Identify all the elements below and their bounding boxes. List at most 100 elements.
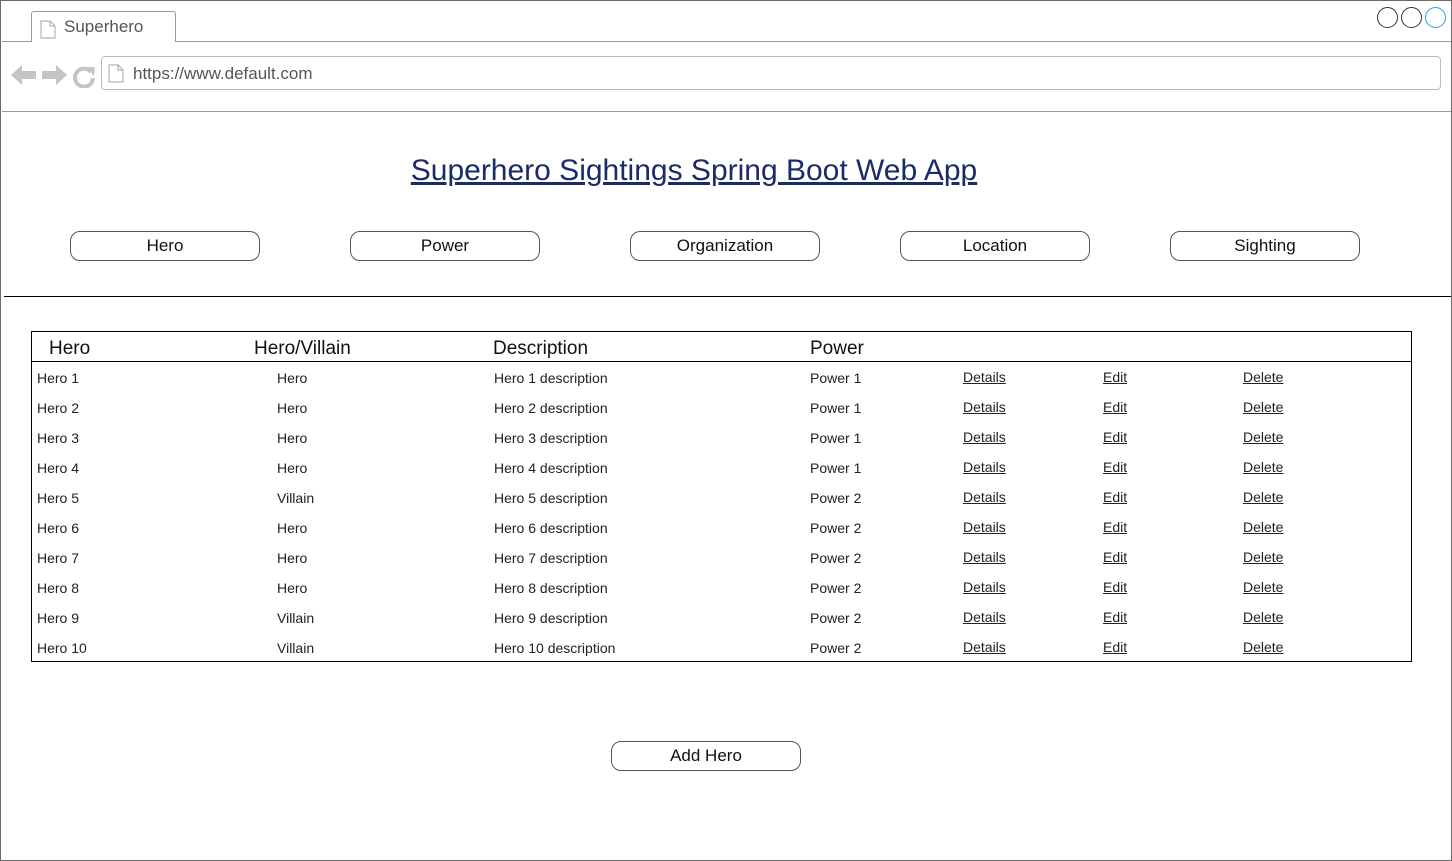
reload-icon[interactable] (72, 64, 96, 93)
hero-description-cell: Hero 10 description (494, 640, 616, 656)
hero-description-cell: Hero 8 description (494, 580, 608, 596)
table-row: Hero 2 Hero Hero 2 description Power 1 Detai… (32, 393, 1411, 423)
hero-name-cell: Hero 10 (37, 640, 87, 656)
edit-link[interactable]: Edit (1103, 519, 1127, 535)
delete-link[interactable]: Delete (1243, 519, 1283, 535)
hero-description-cell: Hero 3 description (494, 430, 608, 446)
nav-button-sighting[interactable]: Sighting (1170, 231, 1360, 261)
hero-name-cell: Hero 9 (37, 610, 80, 626)
nav-button-organization[interactable]: Organization (630, 231, 820, 261)
add-hero-button[interactable]: Add Hero (611, 741, 801, 771)
address-toolbar: https://www.default.com (2, 42, 1451, 112)
page-title[interactable]: Superhero Sightings Spring Boot Web App (1, 154, 1387, 188)
header-hero-villain: Hero/Villain (254, 338, 351, 359)
hero-description-cell: Hero 6 description (494, 520, 608, 536)
delete-link[interactable]: Delete (1243, 579, 1283, 595)
browser-window: Superhero https://www.default.com Superh… (0, 0, 1452, 861)
edit-link[interactable]: Edit (1103, 489, 1127, 505)
hero-name-cell: Hero 2 (37, 400, 80, 416)
delete-link[interactable]: Delete (1243, 459, 1283, 475)
details-link[interactable]: Details (963, 609, 1006, 625)
hero-power-cell: Power 2 (810, 580, 862, 596)
edit-link[interactable]: Edit (1103, 609, 1127, 625)
details-link[interactable]: Details (963, 639, 1006, 655)
edit-link[interactable]: Edit (1103, 459, 1127, 475)
delete-link[interactable]: Delete (1243, 489, 1283, 505)
hero-power-cell: Power 1 (810, 400, 862, 416)
hero-description-cell: Hero 5 description (494, 490, 608, 506)
tab-title: Superhero (64, 17, 144, 36)
edit-link[interactable]: Edit (1103, 639, 1127, 655)
header-power: Power (810, 338, 864, 359)
back-arrow-icon[interactable] (11, 64, 37, 91)
hero-description-cell: Hero 1 description (494, 370, 608, 386)
nav-button-power[interactable]: Power (350, 231, 540, 261)
table-row: Hero 3 Hero Hero 3 description Power 1 Detai… (32, 423, 1411, 453)
table-header: Hero Hero/Villain Description Power (32, 332, 1411, 362)
delete-link[interactable]: Delete (1243, 399, 1283, 415)
hero-power-cell: Power 2 (810, 490, 862, 506)
hero-name-cell: Hero 1 (37, 370, 80, 386)
delete-link[interactable]: Delete (1243, 429, 1283, 445)
hero-type-cell: Hero (277, 580, 308, 596)
delete-link[interactable]: Delete (1243, 369, 1283, 385)
nav-button-location[interactable]: Location (900, 231, 1090, 261)
hero-power-cell: Power 2 (810, 550, 862, 566)
browser-tab[interactable]: Superhero (31, 11, 176, 42)
hero-type-cell: Hero (277, 520, 308, 536)
url-text: https://www.default.com (133, 64, 313, 83)
hero-power-cell: Power 2 (810, 520, 862, 536)
hero-power-cell: Power 1 (810, 430, 862, 446)
header-hero: Hero (49, 338, 91, 359)
hero-type-cell: Villain (277, 490, 315, 506)
delete-link[interactable]: Delete (1243, 639, 1283, 655)
hero-type-cell: Hero (277, 550, 308, 566)
divider (4, 296, 1451, 297)
edit-link[interactable]: Edit (1103, 399, 1127, 415)
edit-link[interactable]: Edit (1103, 549, 1127, 565)
hero-type-cell: Hero (277, 460, 308, 476)
close-icon[interactable] (1425, 7, 1446, 28)
table-row: Hero 9 Villain Hero 9 description Power 2 De… (32, 603, 1411, 633)
delete-link[interactable]: Delete (1243, 549, 1283, 565)
hero-power-cell: Power 1 (810, 460, 862, 476)
edit-link[interactable]: Edit (1103, 579, 1127, 595)
hero-name-cell: Hero 5 (37, 490, 80, 506)
hero-type-cell: Villain (277, 640, 315, 656)
table-row: Hero 1 Hero Hero 1 description Power 1 Detai… (32, 363, 1411, 393)
table-row: Hero 10 Villain Hero 10 description Power 2… (32, 633, 1411, 663)
table-row: Hero 5 Villain Hero 5 description Power 2 De… (32, 483, 1411, 513)
address-bar[interactable]: https://www.default.com (101, 56, 1441, 90)
edit-link[interactable]: Edit (1103, 429, 1127, 445)
edit-link[interactable]: Edit (1103, 369, 1127, 385)
details-link[interactable]: Details (963, 489, 1006, 505)
details-link[interactable]: Details (963, 549, 1006, 565)
details-link[interactable]: Details (963, 459, 1006, 475)
tab-bar: Superhero (2, 2, 1451, 42)
hero-power-cell: Power 2 (810, 640, 862, 656)
details-link[interactable]: Details (963, 429, 1006, 445)
details-link[interactable]: Details (963, 399, 1006, 415)
details-link[interactable]: Details (963, 369, 1006, 385)
hero-type-cell: Hero (277, 370, 308, 386)
table-row: Hero 4 Hero Hero 4 description Power 1 Detai… (32, 453, 1411, 483)
hero-description-cell: Hero 9 description (494, 610, 608, 626)
heroes-table: Hero Hero/Villain Description Power Hero… (31, 331, 1412, 662)
delete-link[interactable]: Delete (1243, 609, 1283, 625)
page-icon (108, 64, 124, 88)
hero-power-cell: Power 2 (810, 610, 862, 626)
minimize-icon[interactable] (1377, 7, 1398, 28)
details-link[interactable]: Details (963, 519, 1006, 535)
header-description: Description (493, 338, 589, 359)
table-row: Hero 6 Hero Hero 6 description Power 2 Detai… (32, 513, 1411, 543)
hero-type-cell: Hero (277, 430, 308, 446)
details-link[interactable]: Details (963, 579, 1006, 595)
hero-name-cell: Hero 3 (37, 430, 80, 446)
hero-description-cell: Hero 4 description (494, 460, 608, 476)
forward-arrow-icon[interactable] (41, 64, 67, 91)
maximize-icon[interactable] (1401, 7, 1422, 28)
table-row: Hero 7 Hero Hero 7 description Power 2 Detai… (32, 543, 1411, 573)
nav-button-hero[interactable]: Hero (70, 231, 260, 261)
hero-description-cell: Hero 7 description (494, 550, 608, 566)
hero-power-cell: Power 1 (810, 370, 862, 386)
